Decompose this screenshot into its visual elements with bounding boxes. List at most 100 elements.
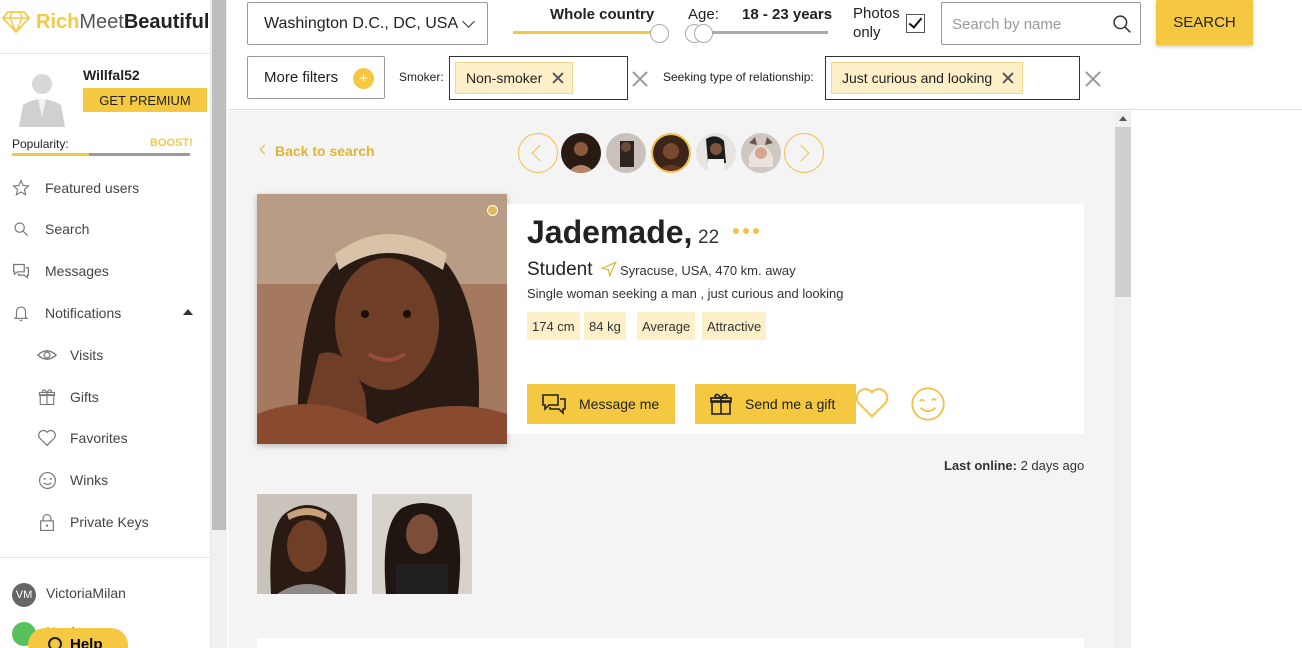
main-profile-photo[interactable] (257, 194, 507, 444)
gallery-photo-image (257, 494, 357, 594)
sidebar-item-label: Private Keys (70, 514, 149, 530)
get-premium-button[interactable]: GET PREMIUM (83, 88, 207, 112)
appearance-tag: Attractive (702, 312, 767, 340)
username[interactable]: Willfal52 (83, 67, 140, 83)
remove-chip-icon[interactable] (1002, 72, 1014, 84)
favorite-heart-icon[interactable] (854, 386, 890, 420)
chevron-down-icon (462, 15, 475, 28)
clear-smoker-icon[interactable] (631, 70, 649, 88)
avatar[interactable] (15, 67, 69, 127)
thumbnail-image (561, 133, 601, 173)
logo-word-beautiful: Beautiful (123, 10, 210, 33)
sidebar-item-favorites[interactable]: Favorites (0, 423, 210, 453)
smoker-label: Smoker: (399, 70, 444, 84)
star-icon (11, 178, 31, 198)
help-button[interactable]: Help (28, 628, 128, 648)
main-scrollbar[interactable] (1115, 111, 1131, 648)
chevron-left-icon (531, 144, 549, 162)
sidebar-item-private-keys[interactable]: Private Keys (0, 507, 210, 537)
sidebar-item-label: Gifts (70, 389, 99, 405)
profile-thumbnail[interactable] (606, 133, 646, 173)
distance-slider-handle[interactable] (650, 24, 669, 43)
profile-thumbnail-active[interactable] (651, 133, 691, 173)
age-max-handle[interactable] (694, 24, 713, 43)
sidebar-item-label: Winks (70, 472, 109, 488)
photos-only-checkbox[interactable] (906, 14, 925, 33)
relationship-label: Seeking type of relationship: (663, 70, 814, 84)
body-type-tag: Average (637, 312, 696, 340)
more-options-icon[interactable] (733, 228, 759, 234)
scrollbar-thumb[interactable] (1115, 127, 1131, 297)
remove-chip-icon[interactable] (552, 72, 564, 84)
gallery-photo[interactable] (257, 494, 357, 594)
wink-icon (37, 470, 57, 490)
sidebar-item-winks[interactable]: Winks (0, 465, 210, 495)
bell-icon (11, 303, 31, 323)
gallery-photo[interactable] (372, 494, 472, 594)
sidebar-item-label: Search (45, 221, 90, 237)
more-filters-button[interactable]: More filters + (247, 56, 385, 99)
photos-only-label: Photos only (853, 5, 900, 41)
gift-icon (37, 387, 57, 407)
next-profile-button[interactable] (784, 133, 824, 173)
weight-tag: 84 kg (584, 312, 626, 340)
search-box (941, 2, 1141, 45)
relationship-filter-box[interactable]: Just curious and looking (825, 56, 1080, 100)
thumbnail-image (653, 135, 689, 171)
popularity-bar-fill (12, 153, 89, 156)
more-filters-label: More filters (264, 69, 339, 86)
victoriamilan-link[interactable]: VictoriaMilan (46, 585, 126, 601)
sidebar: Rich Meet Beautiful Willfal52 GET PREMIU… (0, 0, 211, 648)
send-gift-button[interactable]: Send me a gift (695, 384, 856, 424)
chevron-right-icon (792, 144, 810, 162)
profile-thumbnail[interactable] (741, 133, 781, 173)
gift-icon (709, 392, 733, 416)
smoker-filter-box[interactable]: Non-smoker (449, 56, 628, 100)
profile-photo-image (257, 194, 507, 444)
profile-thumbnail[interactable] (696, 133, 736, 173)
scrollbar-thumb[interactable] (212, 0, 226, 530)
caret-up-icon[interactable] (183, 309, 193, 315)
profile-name: Jademade, (527, 214, 693, 250)
boost-link[interactable]: BOOST! (150, 137, 193, 149)
sidebar-item-messages[interactable]: Messages (0, 256, 210, 286)
clear-relationship-icon[interactable] (1084, 70, 1102, 88)
sidebar-item-visits[interactable]: Visits (0, 340, 210, 370)
profile-thumbnail[interactable] (561, 133, 601, 173)
thumbnail-image (741, 133, 781, 173)
sidebar-item-search[interactable]: Search (0, 214, 210, 244)
help-label: Help (70, 636, 103, 648)
back-to-search-link[interactable]: Back to search (258, 143, 375, 159)
sidebar-item-label: Favorites (70, 430, 128, 446)
sidebar-item-gifts[interactable]: Gifts (0, 382, 210, 412)
search-icon[interactable] (1112, 14, 1132, 34)
sidebar-item-featured-users[interactable]: Featured users (0, 173, 210, 203)
heart-icon (37, 428, 57, 448)
brand-logo[interactable]: Rich Meet Beautiful (2, 9, 209, 35)
profile-age: 22 (698, 227, 720, 248)
send-gift-label: Send me a gift (745, 396, 836, 412)
back-label: Back to search (275, 143, 375, 159)
distance-slider-track[interactable] (513, 31, 669, 34)
eye-icon (37, 345, 57, 365)
victoriamilan-logo: VM (12, 583, 36, 607)
sidebar-scrollbar[interactable] (211, 0, 227, 648)
message-me-label: Message me (579, 396, 660, 412)
chip-label: Non-smoker (466, 70, 543, 86)
previous-profile-button[interactable] (518, 133, 558, 173)
message-me-button[interactable]: Message me (527, 384, 675, 424)
wink-icon[interactable] (910, 386, 946, 422)
scroll-up-icon[interactable] (1119, 116, 1127, 121)
popularity-label: Popularity: (12, 137, 69, 151)
search-button[interactable]: SEARCH (1156, 0, 1253, 45)
profile-seeking: Single woman seeking a man , just curiou… (527, 286, 844, 301)
sidebar-item-label: Messages (45, 263, 109, 279)
search-icon (11, 219, 31, 239)
age-label: Age: (688, 6, 719, 23)
location-dropdown[interactable]: Washington D.C., DC, USA (247, 2, 488, 45)
search-input[interactable] (952, 13, 1102, 35)
sidebar-item-notifications[interactable]: Notifications (0, 298, 210, 328)
plus-icon: + (353, 68, 374, 89)
relationship-chip: Just curious and looking (831, 62, 1024, 94)
location-value: Washington D.C., DC, USA (264, 14, 459, 32)
